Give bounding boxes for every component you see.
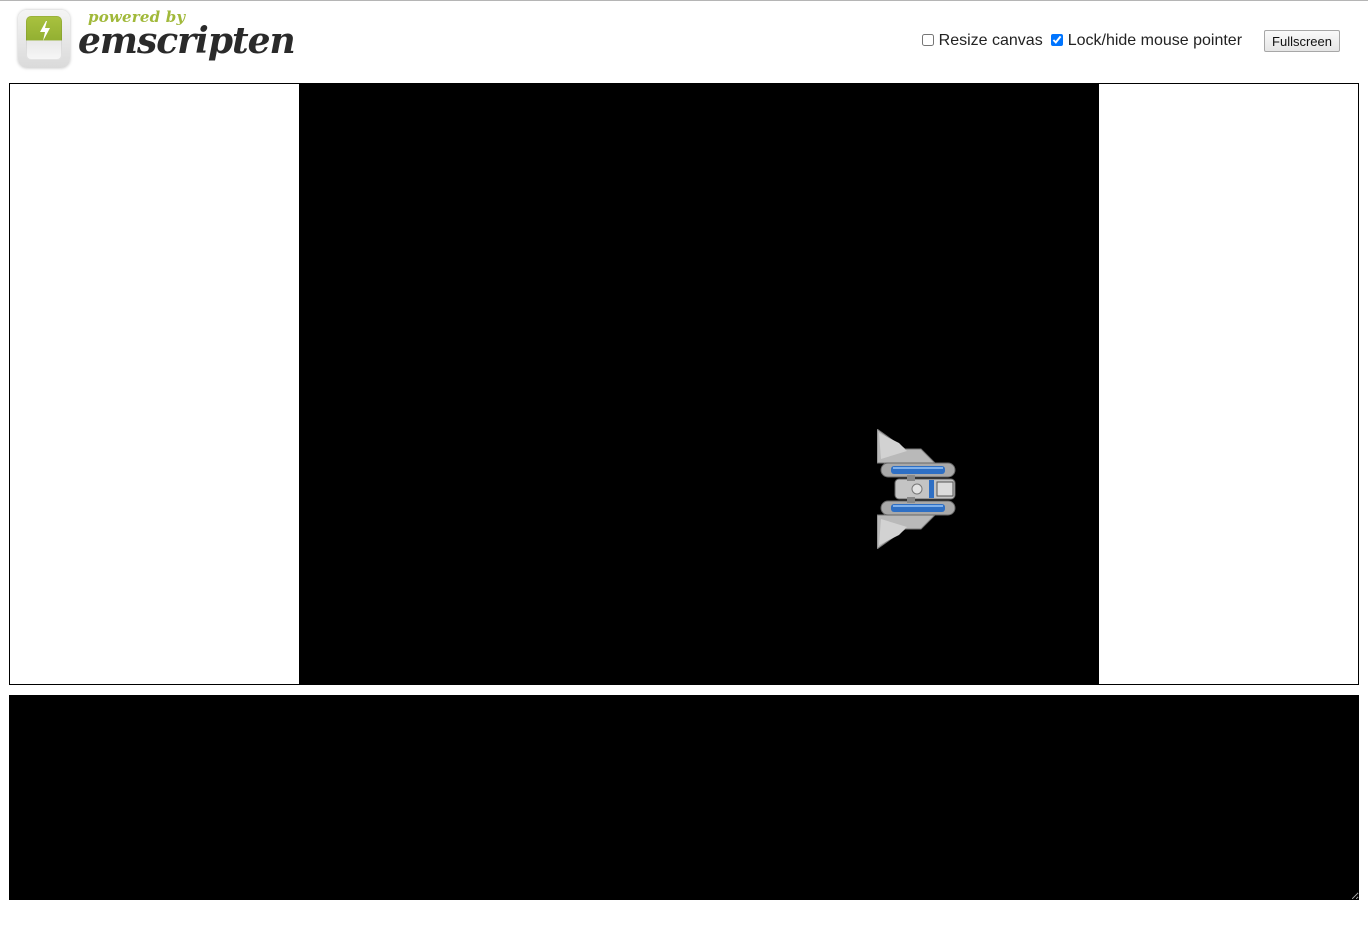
output-console[interactable] [9, 695, 1359, 900]
spaceship-sprite [877, 429, 956, 549]
top-divider [0, 0, 1368, 1]
resize-canvas-label: Resize canvas [938, 32, 1043, 49]
lock-pointer-option[interactable]: Lock/hide mouse pointer [1050, 32, 1243, 50]
lock-pointer-checkbox[interactable] [1050, 33, 1063, 46]
emscripten-shell-page: powered by emscripten Resize canvas Lock… [0, 0, 1368, 928]
lock-pointer-label: Lock/hide mouse pointer [1067, 32, 1243, 49]
canvas-container [9, 83, 1359, 685]
emscripten-logo[interactable]: powered by emscripten [16, 8, 296, 72]
logo-wordmark: emscripten [78, 20, 296, 62]
resize-canvas-checkbox[interactable] [921, 33, 934, 46]
canvas-controls: Resize canvas Lock/hide mouse pointer Fu… [921, 30, 1340, 52]
game-canvas[interactable] [299, 84, 1099, 684]
lightning-bolt-icon [18, 10, 70, 68]
resize-canvas-option[interactable]: Resize canvas [921, 32, 1043, 50]
fullscreen-button[interactable]: Fullscreen [1264, 30, 1340, 52]
